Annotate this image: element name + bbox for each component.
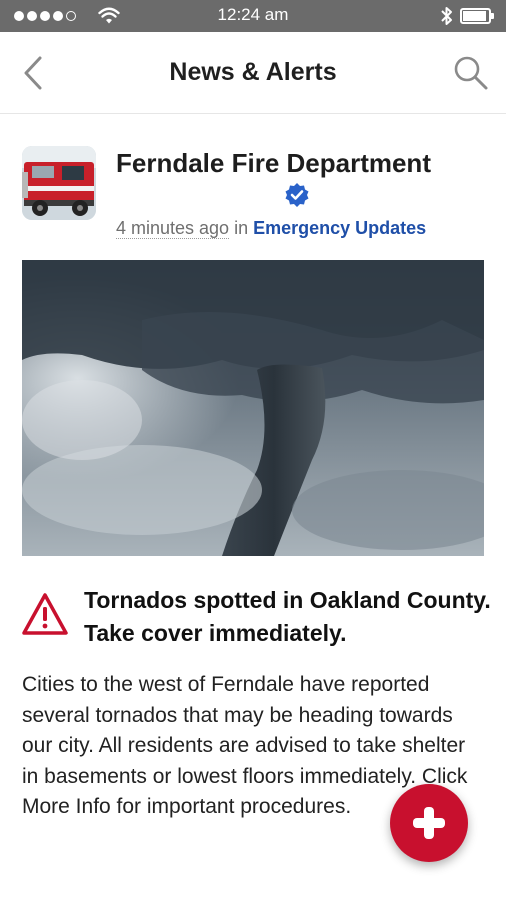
verified-badge-icon [285,183,309,207]
status-time: 12:24 am [217,5,289,24]
nav-bar: News & Alerts [0,32,506,114]
post-image [22,260,484,556]
warning-triangle-icon [22,593,68,635]
status-bar: 12:24 am [0,0,506,32]
avatar[interactable] [22,146,96,220]
meta-in-label: in [234,218,249,238]
page-title: News & Alerts [169,58,337,86]
tornado-photo [22,260,484,556]
post-source-header: Ferndale Fire Department 4 minutes ago i… [22,146,492,242]
battery-level [463,11,486,21]
bluetooth-icon [441,7,452,25]
search-icon[interactable] [452,54,490,92]
source-name[interactable]: Ferndale Fire Department [116,146,476,180]
category-link[interactable]: Emergency Updates [253,218,426,238]
timestamp: 4 minutes ago [116,218,230,239]
battery-icon [460,8,494,24]
post-meta: 4 minutes ago in Emergency Updates [116,218,426,239]
add-button[interactable] [390,784,468,862]
plus-icon [413,807,445,839]
fire-truck-image [22,146,96,220]
alert-headline-block: Tornados spotted in Oakland County. Take… [22,584,492,654]
alert-headline: Tornados spotted in Oakland County. Take… [84,587,491,646]
